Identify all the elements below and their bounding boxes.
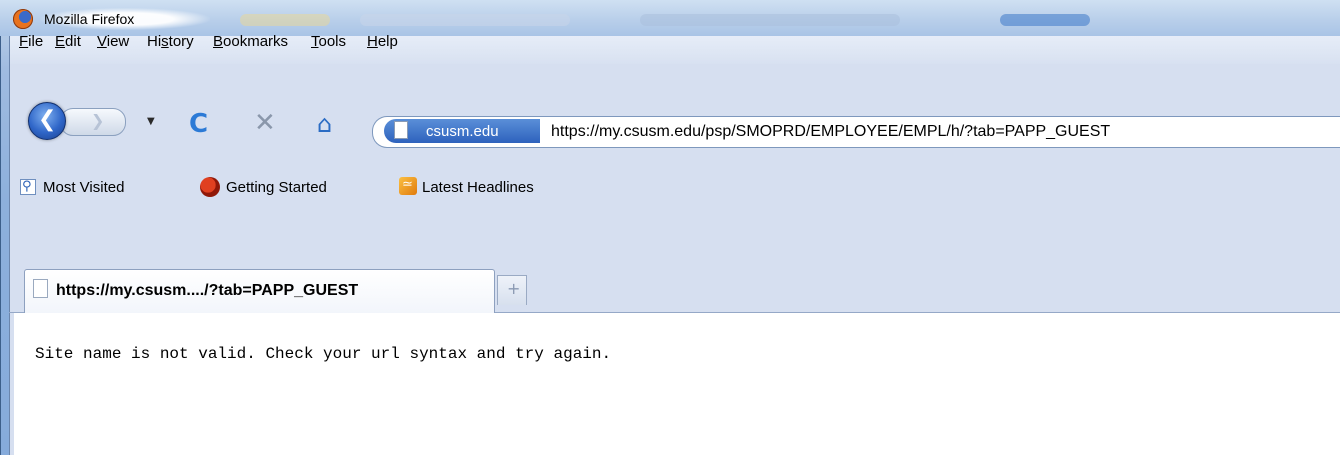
url-input[interactable]: https://my.csusm.edu/psp/SMOPRD/EMPLOYEE… <box>551 123 1110 141</box>
dropdown-icon[interactable]: ▼ <box>147 117 155 127</box>
title-blur-decoration <box>1000 14 1090 26</box>
menu-tools[interactable]: Tools <box>311 33 346 50</box>
menu-tools-label: ools <box>318 33 347 50</box>
firefox-icon <box>200 177 220 197</box>
menu-history-mnemonic: s <box>161 33 169 50</box>
reload-icon[interactable]: C <box>189 111 208 137</box>
tab-title: https://my.csusm..../?tab=PAPP_GUEST <box>56 282 359 299</box>
stop-icon[interactable]: ✕ <box>254 110 276 136</box>
tab-page-icon <box>33 279 48 298</box>
window-title: Mozilla Firefox <box>44 11 135 27</box>
back-icon: ❮ <box>38 107 57 132</box>
site-identity-label: csusm.edu <box>426 123 499 140</box>
menu-view-label: iew <box>106 33 130 50</box>
menu-history[interactable]: History <box>147 33 194 50</box>
menu-file-mnemonic: F <box>19 33 29 50</box>
menu-bar <box>10 36 1340 64</box>
menu-bookmarks-label: ookmarks <box>223 33 289 50</box>
menu-view-mnemonic: V <box>97 33 107 50</box>
menu-help-label: elp <box>377 33 398 50</box>
forward-icon: ❯ <box>91 111 105 130</box>
home-icon[interactable]: ⌂ <box>317 112 332 136</box>
bookmark-latest-headlines[interactable]: Latest Headlines <box>422 179 534 196</box>
error-message: Site name is not valid. Check your url s… <box>35 345 612 363</box>
title-blur-decoration <box>360 14 570 26</box>
back-button[interactable]: ❮ <box>28 102 66 140</box>
most-visited-icon-glass: ⚲ <box>22 179 32 194</box>
menu-edit-mnemonic: E <box>55 33 66 50</box>
menu-help[interactable]: Help <box>367 33 398 50</box>
menu-history-prefix: Hi <box>147 33 162 50</box>
bookmark-getting-started[interactable]: Getting Started <box>226 179 327 196</box>
new-tab-button[interactable]: + <box>497 275 527 305</box>
title-blur-decoration <box>240 14 330 26</box>
menu-bookmarks[interactable]: Bookmarks <box>213 33 288 50</box>
menu-edit-label: dit <box>65 33 81 50</box>
menu-file-label: ile <box>28 33 44 50</box>
page-icon <box>394 121 408 139</box>
menu-file[interactable]: File <box>19 33 43 50</box>
menu-help-mnemonic: H <box>367 33 378 50</box>
menu-view[interactable]: View <box>97 33 129 50</box>
rss-icon-waves: ≃ <box>402 177 413 192</box>
plus-icon: + <box>507 279 521 298</box>
menu-history-label: tory <box>168 33 194 50</box>
menu-bookmarks-mnemonic: B <box>213 33 224 50</box>
firefox-logo-icon <box>13 9 33 29</box>
menu-edit[interactable]: Edit <box>55 33 81 50</box>
bookmark-most-visited[interactable]: Most Visited <box>43 179 124 196</box>
menu-tools-mnemonic: T <box>311 33 319 50</box>
forward-button[interactable]: ❯ <box>60 108 126 136</box>
title-bar[interactable]: Mozilla Firefox <box>0 0 1340 36</box>
title-blur-decoration <box>640 14 900 26</box>
page-content <box>14 313 1340 455</box>
